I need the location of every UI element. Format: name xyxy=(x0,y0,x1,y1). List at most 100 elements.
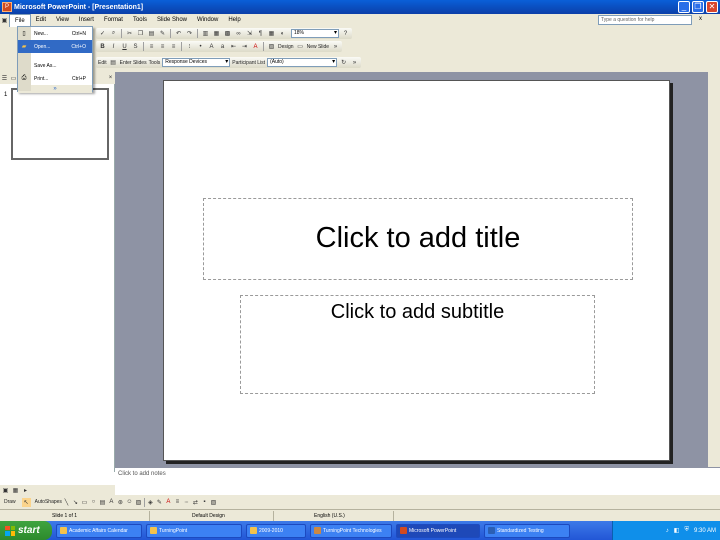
increase-indent-icon[interactable]: ⇥ xyxy=(240,42,249,51)
task-2009-2010[interactable]: 2009-2010 xyxy=(246,523,306,538)
shadow-icon[interactable]: S xyxy=(131,42,140,51)
zoom-select[interactable]: 18% xyxy=(291,29,339,38)
network-icon[interactable]: ◧ xyxy=(674,527,680,534)
underline-icon[interactable]: U xyxy=(120,42,129,51)
participant-list-select[interactable]: (Auto) xyxy=(267,58,338,67)
hyperlink-icon[interactable]: ∞ xyxy=(234,29,243,38)
format-painter-icon[interactable]: ✎ xyxy=(158,29,167,38)
textbox-icon[interactable]: ▤ xyxy=(98,498,107,507)
response-device-select[interactable]: Response Devices xyxy=(162,58,231,67)
italic-icon[interactable]: I xyxy=(109,42,118,51)
powerpoint-icon[interactable]: P xyxy=(2,2,12,12)
close-button[interactable]: ✕ xyxy=(706,1,718,13)
start-button[interactable]: start xyxy=(0,521,52,540)
increase-font-icon[interactable]: A xyxy=(207,42,216,51)
decrease-font-icon[interactable]: a xyxy=(218,42,227,51)
notes-pane[interactable]: Click to add notes xyxy=(115,467,720,487)
spelling-icon[interactable]: ✓ xyxy=(98,29,107,38)
menu-window[interactable]: Window xyxy=(192,14,223,27)
close-document-button[interactable]: x xyxy=(699,16,702,22)
clipart-icon[interactable]: ☺ xyxy=(125,498,134,507)
task-standardized-testing[interactable]: Standardized Testing xyxy=(484,523,570,538)
diagram-icon[interactable]: ⊛ xyxy=(116,498,125,507)
line-color-icon[interactable]: ✎ xyxy=(155,498,164,507)
decrease-indent-icon[interactable]: ⇤ xyxy=(229,42,238,51)
font-color-icon[interactable]: A xyxy=(251,42,260,51)
expand-icon[interactable]: ⇲ xyxy=(245,29,254,38)
draw-menu-button[interactable]: Draw xyxy=(4,499,16,505)
shadow-style-icon[interactable]: ▪ xyxy=(200,498,209,507)
arrow-icon[interactable]: ↘ xyxy=(71,498,80,507)
normal-view-icon[interactable]: ▣ xyxy=(1,486,10,495)
tools-dropdown[interactable]: Tools xyxy=(149,60,161,66)
undo-icon[interactable]: ↶ xyxy=(174,29,183,38)
align-left-icon[interactable]: ≡ xyxy=(147,42,156,51)
more-tools-icon[interactable]: » xyxy=(350,58,359,67)
new-slide-button[interactable]: New Slide xyxy=(307,44,330,50)
cut-icon[interactable]: ✂ xyxy=(125,29,134,38)
menu-format[interactable]: Format xyxy=(99,14,128,27)
show-formatting-icon[interactable]: ¶ xyxy=(256,29,265,38)
bullets-icon[interactable]: • xyxy=(196,42,205,51)
volume-icon[interactable]: ♪ xyxy=(666,528,669,534)
picture-icon[interactable]: ▨ xyxy=(134,498,143,507)
task-turningpoint[interactable]: TurningPoint xyxy=(146,523,242,538)
tables-borders-icon[interactable]: ▩ xyxy=(223,29,232,38)
subtitle-placeholder-text[interactable]: Click to add subtitle xyxy=(240,301,595,324)
new-slide-icon[interactable]: ▭ xyxy=(296,42,305,51)
outline-tab-icon[interactable]: ☰ xyxy=(0,74,9,83)
font-color-draw-icon[interactable]: A xyxy=(164,498,173,507)
slide-show-icon[interactable]: ▸ xyxy=(21,486,30,495)
restore-button[interactable]: ❐ xyxy=(692,1,704,13)
security-icon[interactable]: ⛨ xyxy=(684,527,689,534)
color-grayscale-icon[interactable]: ◐ xyxy=(278,29,287,38)
task-powerpoint[interactable]: Microsoft PowerPoint xyxy=(396,523,480,538)
autoshapes-button[interactable]: AutoShapes xyxy=(35,499,62,505)
task-academic-calendar[interactable]: Academic Affairs Calendar xyxy=(56,523,142,538)
table-icon[interactable]: ▦ xyxy=(212,29,221,38)
edit-dropdown[interactable]: Edit xyxy=(98,60,107,66)
enter-slides-dropdown[interactable]: Enter Slides xyxy=(120,60,147,66)
title-placeholder-text[interactable]: Click to add title xyxy=(203,222,633,255)
panel-close-icon[interactable]: × xyxy=(106,74,115,83)
arrow-style-icon[interactable]: ⇄ xyxy=(191,498,200,507)
redo-icon[interactable]: ↷ xyxy=(185,29,194,38)
line-icon[interactable]: ╲ xyxy=(62,498,71,507)
numbering-icon[interactable]: ⁝ xyxy=(185,42,194,51)
3d-style-icon[interactable]: ▧ xyxy=(209,498,218,507)
wordart-icon[interactable]: A xyxy=(107,498,116,507)
clock[interactable]: 9:30 AM xyxy=(694,528,716,534)
slide-sorter-icon[interactable]: ▦ xyxy=(11,486,20,495)
copy-icon[interactable]: ❐ xyxy=(136,29,145,38)
grid-icon[interactable]: ▦ xyxy=(267,29,276,38)
reset-icon[interactable]: ↻ xyxy=(339,58,348,67)
fill-color-icon[interactable]: ◈ xyxy=(146,498,155,507)
align-center-icon[interactable]: ≡ xyxy=(158,42,167,51)
file-open-item[interactable]: ▰ Open... Ctrl+O xyxy=(18,40,92,53)
task-turningpoint-technologies[interactable]: TurningPoint Technologies xyxy=(310,523,392,538)
insert-slide-icon[interactable]: ▤ xyxy=(109,58,118,67)
menu-help[interactable]: Help xyxy=(223,14,245,27)
file-new-item[interactable]: ▯ New... Ctrl+N xyxy=(18,27,92,40)
file-print-item[interactable]: ⎙ Print... Ctrl+P xyxy=(18,72,92,85)
design-button[interactable]: Design xyxy=(278,44,294,50)
file-save-as-item[interactable]: Save As... xyxy=(18,59,92,72)
chart-icon[interactable]: ▥ xyxy=(201,29,210,38)
dash-style-icon[interactable]: ┄ xyxy=(182,498,191,507)
menu-tools[interactable]: Tools xyxy=(128,14,152,27)
research-icon[interactable]: ⌕ xyxy=(109,29,118,38)
bold-icon[interactable]: B xyxy=(98,42,107,51)
more-buttons-icon[interactable]: » xyxy=(331,42,340,51)
slide-thumbnail[interactable] xyxy=(11,88,109,160)
doc-icon[interactable]: ▣ xyxy=(0,16,9,25)
help-icon[interactable]: ? xyxy=(341,29,350,38)
oval-icon[interactable]: ○ xyxy=(89,498,98,507)
design-icon[interactable]: ▨ xyxy=(267,42,276,51)
rectangle-icon[interactable]: ▭ xyxy=(80,498,89,507)
select-objects-icon[interactable]: ↖ xyxy=(21,497,31,507)
align-right-icon[interactable]: ≡ xyxy=(169,42,178,51)
paste-icon[interactable]: ▤ xyxy=(147,29,156,38)
vertical-scrollbar[interactable] xyxy=(708,72,720,467)
minimize-button[interactable]: _ xyxy=(678,1,690,13)
menu-slide-show[interactable]: Slide Show xyxy=(152,14,192,27)
